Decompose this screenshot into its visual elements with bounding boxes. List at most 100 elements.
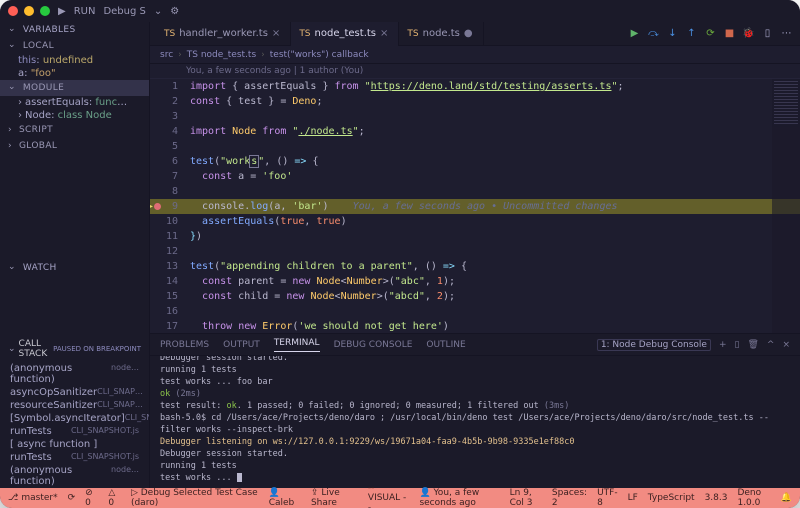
code-line[interactable]: 8 (150, 184, 800, 199)
more-actions-icon[interactable]: ⋯ (781, 28, 792, 39)
editor-tab[interactable]: TS handler_worker.ts × (156, 22, 291, 46)
editor-tab[interactable]: TSnode_test.ts× (291, 22, 399, 46)
language-mode[interactable]: TypeScript (648, 493, 695, 503)
editor-tab[interactable]: TSnode.ts● (399, 22, 483, 46)
tab-debug-console[interactable]: DEBUG CONSOLE (334, 340, 413, 350)
indentation[interactable]: Spaces: 2 (552, 488, 587, 508)
code-line[interactable]: 16 (150, 304, 800, 319)
close-tab-icon[interactable]: × (272, 28, 280, 39)
close-tab-icon[interactable]: × (380, 28, 388, 39)
encoding[interactable]: UTF-8 (597, 488, 618, 508)
debug-config-dropdown[interactable]: Debug S (103, 6, 145, 17)
maximize-panel-icon[interactable]: ^ (767, 340, 775, 350)
variables-module-header[interactable]: Module (0, 80, 149, 96)
variables-section-header[interactable]: VARIABLES (0, 22, 149, 38)
traffic-lights[interactable] (8, 6, 50, 16)
terminal[interactable]: running 1 teststest works ... ok (3ms)te… (150, 356, 800, 488)
variables-script-header[interactable]: Script (0, 122, 149, 138)
stop-icon[interactable]: ■ (724, 28, 735, 39)
gear-icon[interactable]: ⚙ (170, 6, 179, 17)
close-panel-icon[interactable]: × (782, 340, 790, 350)
restart-icon[interactable]: ⟳ (705, 28, 716, 39)
debug-config-chevron-icon[interactable]: ⌄ (154, 6, 162, 17)
continue-icon[interactable]: ▶ (629, 28, 640, 39)
variable-row[interactable]: a: "foo" (0, 67, 149, 80)
code-line[interactable]: 2const { test } = Deno; (150, 94, 800, 109)
liveshare[interactable]: ⇪ Live Share (311, 488, 358, 508)
step-into-icon[interactable]: ↓ (667, 28, 678, 39)
errors-count[interactable]: ⊘ 0 (85, 488, 98, 508)
terminal-line: test result: ok. 1 passed; 0 failed; 0 i… (160, 400, 790, 412)
ts-file-icon: TS (164, 29, 175, 39)
code-line[interactable]: 14 const parent = new Node<Number>("abc"… (150, 274, 800, 289)
terminal-selector[interactable]: 1: Node Debug Console (597, 339, 711, 351)
callstack-frame[interactable]: resourceSanitizerCLI_SNAP… (0, 399, 149, 412)
git-branch[interactable]: ⎇ master* (8, 493, 58, 503)
variables-local-header[interactable]: Local (0, 38, 149, 54)
variable-row[interactable]: this: undefined (0, 54, 149, 67)
callstack-section-header[interactable]: CALL STACK PAUSED ON BREAKPOINT (0, 336, 149, 362)
breadcrumb-part[interactable]: src (160, 50, 173, 60)
callstack-frame[interactable]: [ async function ] (0, 438, 149, 451)
code-line[interactable]: 13test("appending children to a parent",… (150, 259, 800, 274)
callstack-frame[interactable]: (anonymous function)node… (0, 464, 149, 488)
gitlens-blame[interactable]: 👤 You, a few seconds ago (419, 488, 499, 508)
tab-problems[interactable]: PROBLEMS (160, 340, 209, 350)
code-line[interactable]: 7 const a = 'foo' (150, 169, 800, 184)
callstack-frame[interactable]: runTestsCLI_SNAPSHOT.js (0, 425, 149, 438)
tab-output[interactable]: OUTPUT (223, 340, 260, 350)
debug-task[interactable]: ▷ Debug Selected Test Case (daro) (131, 488, 259, 508)
breakpoint-icon[interactable] (154, 203, 161, 210)
minimize-window-icon[interactable] (24, 6, 34, 16)
zoom-window-icon[interactable] (40, 6, 50, 16)
code-line[interactable]: 6test("works", () => { (150, 154, 800, 169)
dirty-icon[interactable]: ● (464, 28, 473, 39)
close-window-icon[interactable] (8, 6, 18, 16)
code-line[interactable]: 4import Node from "./node.ts"; (150, 124, 800, 139)
variables-global-header[interactable]: Global (0, 138, 149, 154)
notifications-icon[interactable]: 🔔 (781, 493, 792, 503)
tab-outline[interactable]: OUTLINE (426, 340, 465, 350)
step-over-icon[interactable]: ⤼ (648, 28, 659, 39)
code-line[interactable]: 15 const child = new Node<Number>("abcd"… (150, 289, 800, 304)
code-line[interactable]: 5 (150, 139, 800, 154)
callstack-frame[interactable]: asyncOpSanitizerCLI_SNAP… (0, 386, 149, 399)
code-line[interactable]: 9 console.log(a, 'bar') You, a few secon… (150, 199, 800, 214)
variable-row[interactable]: assertEquals: function asse… (0, 96, 149, 109)
kill-terminal-icon[interactable]: 🗑 (747, 340, 758, 350)
callstack-frame[interactable]: [Symbol.asyncIterator]CLI_SNAP… (0, 412, 149, 425)
callstack-frame[interactable]: runTestsCLI_SNAPSHOT.js (0, 451, 149, 464)
cursor-position[interactable]: Ln 9, Col 3 (510, 488, 542, 508)
breadcrumb[interactable]: src› TS node_test.ts› test("works") call… (150, 46, 800, 64)
deno-version[interactable]: Deno 1.0.0 (737, 488, 770, 508)
bug-icon[interactable]: 🐞 (743, 28, 754, 39)
run-chev-icon[interactable]: ▶ (58, 6, 66, 17)
sync-icon[interactable]: ⟳ (68, 493, 76, 503)
new-terminal-icon[interactable]: + (719, 340, 727, 350)
warnings-count[interactable]: △ 0 (108, 488, 121, 508)
code-line[interactable]: 11}) (150, 229, 800, 244)
code-line[interactable]: 17 throw new Error('we should not get he… (150, 319, 800, 333)
split-terminal-icon[interactable]: ▯ (735, 340, 740, 350)
minimap[interactable] (772, 79, 800, 333)
code-line[interactable]: 10 assertEquals(true, true) (150, 214, 800, 229)
eol[interactable]: LF (628, 493, 638, 503)
code-line[interactable]: 3 (150, 109, 800, 124)
tab-terminal[interactable]: TERMINAL (274, 338, 320, 352)
code-line[interactable]: 12 (150, 244, 800, 259)
watch-section-header[interactable]: WATCH (0, 260, 149, 276)
editor-tabstrip: TS handler_worker.ts ×TS node_test.ts × TSnod… (150, 22, 800, 46)
step-out-icon[interactable]: ↑ (686, 28, 697, 39)
breadcrumb-part[interactable]: test("works") callback (270, 50, 369, 60)
callstack-frame[interactable]: (anonymous function)node… (0, 362, 149, 386)
editor[interactable]: 1import { assertEquals } from "https://d… (150, 79, 800, 333)
split-editor-icon[interactable]: ▯ (762, 28, 773, 39)
liveshare-user[interactable]: 👤 Caleb (269, 488, 301, 508)
code-line[interactable]: 1import { assertEquals } from "https://d… (150, 79, 800, 94)
tab-label: handler_worker.ts (179, 28, 268, 39)
breadcrumb-part[interactable]: TS node_test.ts (187, 50, 256, 60)
tab-label: node_test.ts (315, 28, 376, 39)
ts-version[interactable]: 3.8.3 (705, 493, 728, 503)
variable-row[interactable]: Node: class Node (0, 109, 149, 122)
terminal-line: test works ... (160, 472, 790, 484)
